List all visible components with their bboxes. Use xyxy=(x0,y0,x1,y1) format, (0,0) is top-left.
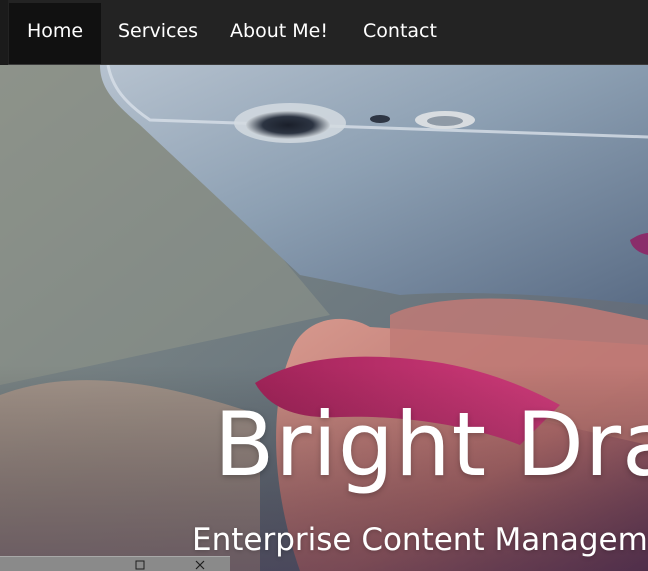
top-navbar: Home Services About Me! Contact xyxy=(0,0,648,65)
nav-item-contact[interactable]: Contact xyxy=(344,3,456,64)
hero-title: Bright Dra xyxy=(214,393,648,496)
nav-item-services[interactable]: Services xyxy=(104,3,212,64)
close-icon[interactable] xyxy=(193,559,207,571)
nav-item-about-me[interactable]: About Me! xyxy=(216,3,342,64)
maximize-icon[interactable] xyxy=(133,559,147,571)
hero-subtitle: Enterprise Content Managem xyxy=(192,522,648,558)
hero-section: Bright Dra Enterprise Content Managem xyxy=(0,65,648,571)
overlay-bar xyxy=(0,556,230,571)
nav-item-home[interactable]: Home xyxy=(9,3,101,64)
page: Home Services About Me! Contact Bright D… xyxy=(0,0,648,571)
nav-left-edge xyxy=(0,0,8,65)
